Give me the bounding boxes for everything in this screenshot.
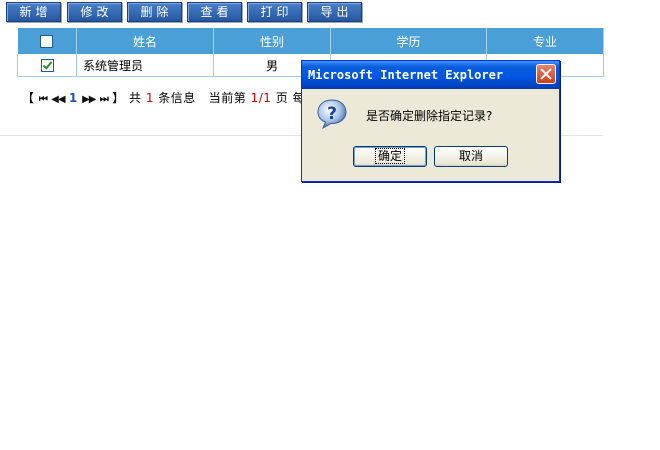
pager: 【 ⏮ ◀◀ 1 ▶▶ ⏭ 】 共 1 条信息 当前第 1/1 页 每页 <box>22 89 318 106</box>
pager-close-bracket: 】 <box>112 91 125 105</box>
dialog-message: 是否确定删除指定记录? <box>366 109 493 123</box>
first-page-icon[interactable]: ⏮ <box>39 94 48 105</box>
dialog-title: Microsoft Internet Explorer <box>302 61 559 89</box>
cell-name: 系统管理员 <box>76 54 214 77</box>
current-page-label: 当前第 <box>208 91 247 105</box>
next-page-icon[interactable]: ▶▶ <box>82 94 96 105</box>
view-button[interactable]: 查看 <box>187 2 242 22</box>
column-header-gender: 性别 <box>213 28 331 54</box>
confirm-dialog: Microsoft Internet Explorer ? 是否确定删除指定记录… <box>301 60 560 182</box>
column-header-major: 专业 <box>486 28 604 54</box>
prev-page-icon[interactable]: ◀◀ <box>51 94 65 105</box>
delete-button[interactable]: 删除 <box>127 2 182 22</box>
print-button[interactable]: 打印 <box>247 2 302 22</box>
page-suffix: 页 <box>275 91 289 105</box>
column-header-education: 学历 <box>330 28 487 54</box>
table-header-row: 姓名 性别 学历 专业 <box>17 28 604 54</box>
total-prefix: 共 <box>128 91 142 105</box>
pager-open-bracket: 【 <box>22 91 35 105</box>
close-icon[interactable] <box>536 64 556 84</box>
page-link[interactable]: 1 <box>69 91 78 105</box>
cancel-button[interactable]: 取消 <box>434 146 508 167</box>
last-page-icon[interactable]: ⏭ <box>100 94 109 105</box>
current-page: 1/1 <box>250 91 272 105</box>
ok-button-label: 确定 <box>374 148 406 164</box>
question-icon: ? <box>317 99 347 130</box>
select-all-checkbox[interactable] <box>40 35 54 48</box>
cancel-button-label: 取消 <box>458 149 483 163</box>
add-button[interactable]: 新增 <box>6 2 61 22</box>
svg-text:?: ? <box>327 104 337 124</box>
row-checkbox[interactable] <box>40 59 54 72</box>
row-select-cell <box>17 54 77 77</box>
total-suffix: 条信息 <box>158 91 196 105</box>
edit-button[interactable]: 修改 <box>67 2 122 22</box>
total-count: 1 <box>145 91 154 105</box>
ok-button[interactable]: 确定 <box>353 146 427 167</box>
export-button[interactable]: 导出 <box>307 2 362 22</box>
select-all-cell <box>17 28 77 54</box>
column-header-name: 姓名 <box>76 28 214 54</box>
